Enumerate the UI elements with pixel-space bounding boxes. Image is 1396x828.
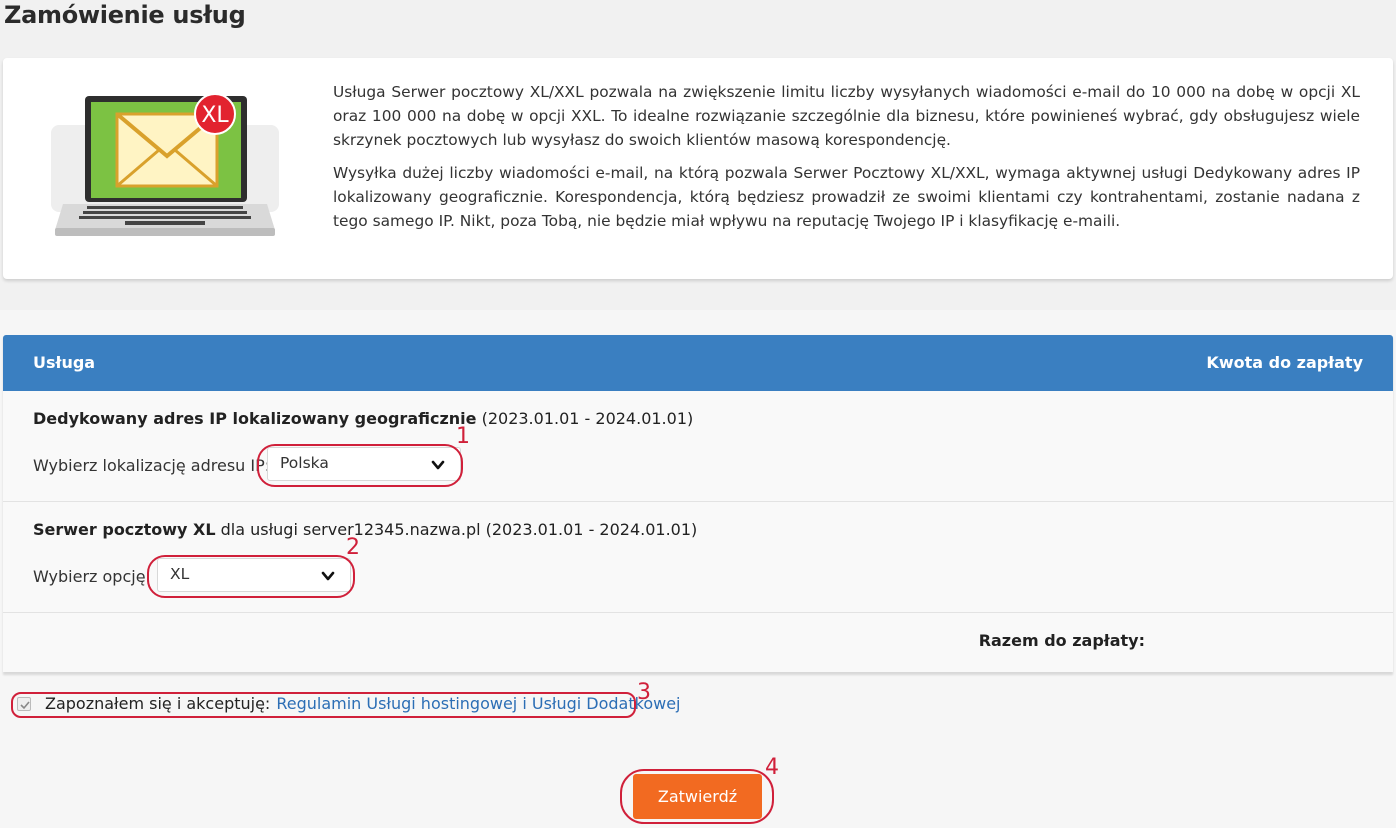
annotation-number-4: 4 [765,755,779,780]
info-text: Usługa Serwer pocztowy XL/XXL pozwala na… [333,80,1360,242]
service-row-mail: Serwer pocztowy XL dla usługi server1234… [3,502,1393,613]
service-period: dla usługi server12345.nazwa.pl (2023.01… [215,520,698,539]
laptop-mail-illustration: XL [51,94,279,236]
service-heading: Dedykowany adres IP lokalizowany geograf… [33,409,693,428]
ip-location-label: Wybierz lokalizację adresu IP: [33,456,271,475]
annotation-oval-4 [620,769,774,824]
info-card: XL Usługa Serwer pocztowy XL/XXL pozwala… [3,58,1393,279]
table-header: Usługa Kwota do zapłaty [3,335,1393,391]
service-name: Dedykowany adres IP lokalizowany geograf… [33,409,477,428]
total-label: Razem do zapłaty: [978,631,1145,650]
service-heading: Serwer pocztowy XL dla usługi server1234… [33,520,697,539]
service-name: Serwer pocztowy XL [33,520,216,539]
annotation-oval-3 [11,692,636,718]
page-title: Zamówienie usług [4,1,246,29]
total-row: Razem do zapłaty: [3,613,1393,668]
xl-badge: XL [201,103,229,128]
option-label: Wybierz opcję: [33,567,151,586]
annotation-oval-1 [257,444,463,487]
annotation-number-2: 2 [346,535,360,560]
service-period: (2023.01.01 - 2024.01.01) [476,409,694,428]
info-paragraph-1: Usługa Serwer pocztowy XL/XXL pozwala na… [333,83,1360,149]
annotation-number-3: 3 [637,680,651,705]
info-paragraph-2: Wysyłka dużej liczby wiadomości e-mail, … [333,164,1360,230]
col-service-header: Usługa [33,353,96,372]
col-amount-header: Kwota do zapłaty [1206,353,1363,372]
annotation-oval-2 [147,555,355,598]
order-table: Usługa Kwota do zapłaty Dedykowany adres… [3,335,1393,672]
annotation-number-1: 1 [456,424,470,449]
service-row-ip: Dedykowany adres IP lokalizowany geograf… [3,391,1393,502]
